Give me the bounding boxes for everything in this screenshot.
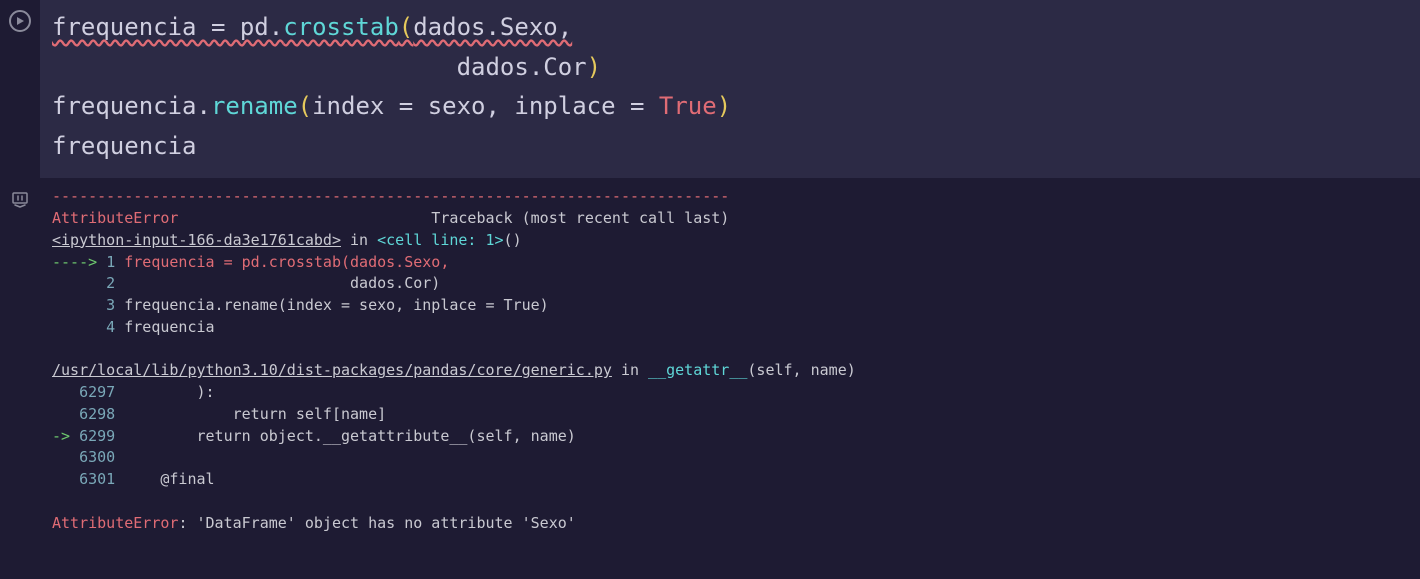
output-action-icon <box>11 190 29 208</box>
line-num: 6297 <box>52 383 115 401</box>
tb-line-6299: -> 6299 return object.__getattribute__(s… <box>52 426 1408 448</box>
code-line-4: frequencia <box>52 127 1408 167</box>
tb-line-6301: 6301 @final <box>52 469 1408 491</box>
traceback-header: AttributeError Traceback (most recent ca… <box>52 208 1408 230</box>
line-num: 1 <box>106 253 115 271</box>
arrow: -> <box>52 427 79 445</box>
tb-code: return object.__getattribute__(self, nam… <box>115 427 576 445</box>
tb-file-source: /usr/local/lib/python3.10/dist-packages/… <box>52 360 1408 382</box>
ipython-link[interactable]: <ipython-input-166-da3e1761cabd> <box>52 231 341 249</box>
in-word: in <box>341 231 377 249</box>
output-gutter <box>0 178 40 542</box>
tb-code: frequencia <box>115 318 214 336</box>
tb-line-6298: 6298 return self[name] <box>52 404 1408 426</box>
code-text: frequencia <box>52 132 197 160</box>
output-action-button[interactable] <box>9 188 31 210</box>
tb-line-6297: 6297 ): <box>52 382 1408 404</box>
code-text: dados.Sexo, <box>413 13 572 41</box>
error-divider: ----------------------------------------… <box>52 186 1408 208</box>
run-cell-button[interactable] <box>9 10 31 32</box>
paren-close: ) <box>587 53 601 81</box>
gutter <box>0 0 40 178</box>
code-text: index = sexo, inplace = <box>312 92 659 120</box>
error-message: AttributeError: 'DataFrame' object has n… <box>52 513 1408 535</box>
line-num: 2 <box>52 274 115 292</box>
code-line-3: frequencia.rename(index = sexo, inplace … <box>52 87 1408 127</box>
tb-line-4: 4 frequencia <box>52 317 1408 339</box>
code-text: dados.Cor <box>457 53 587 81</box>
in-word: in <box>612 361 648 379</box>
file-link[interactable]: /usr/local/lib/python3.10/dist-packages/… <box>52 361 612 379</box>
paren: () <box>504 231 522 249</box>
line-num: 6298 <box>52 405 115 423</box>
paren-open: ( <box>298 92 312 120</box>
code-text: crosstab <box>283 13 399 41</box>
arrow: ----> <box>52 253 106 271</box>
code-text: frequencia = pd. <box>52 13 283 41</box>
tb-code: return self[name] <box>115 405 386 423</box>
paren-close: ) <box>717 92 731 120</box>
blank-line <box>52 491 1408 513</box>
output-area[interactable]: ----------------------------------------… <box>40 178 1420 542</box>
traceback-source: <ipython-input-166-da3e1761cabd> in <cel… <box>52 230 1408 252</box>
tb-code: @final <box>115 470 214 488</box>
error-detail: : 'DataFrame' object has no attribute 'S… <box>178 514 575 532</box>
tb-code: dados.Cor) <box>115 274 440 292</box>
line-num: 6300 <box>52 448 115 466</box>
code-cell: frequencia = pd.crosstab(dados.Sexo, dad… <box>0 0 1420 178</box>
blank-line <box>52 339 1408 361</box>
tb-code: frequencia.rename(index = sexo, inplace … <box>115 296 548 314</box>
code-line-1: frequencia = pd.crosstab(dados.Sexo, <box>52 8 1408 48</box>
cell-line-ref: <cell line: 1> <box>377 231 503 249</box>
code-editor[interactable]: frequencia = pd.crosstab(dados.Sexo, dad… <box>40 0 1420 178</box>
code-text: rename <box>211 92 298 120</box>
code-pad <box>52 53 457 81</box>
code-keyword: True <box>659 92 717 120</box>
line-num: 3 <box>52 296 115 314</box>
tb-line-1: ----> 1 frequencia = pd.crosstab(dados.S… <box>52 252 1408 274</box>
tb-code: frequencia = pd.crosstab(dados.Sexo, <box>115 253 449 271</box>
tb-line-3: 3 frequencia.rename(index = sexo, inplac… <box>52 295 1408 317</box>
tb-line-2: 2 dados.Cor) <box>52 273 1408 295</box>
line-num: 6299 <box>79 427 115 445</box>
error-name: AttributeError <box>52 514 178 532</box>
paren-open: ( <box>399 13 413 41</box>
error-name: AttributeError <box>52 209 178 227</box>
code-line-2: dados.Cor) <box>52 48 1408 88</box>
func-sig: (self, name) <box>747 361 855 379</box>
play-icon <box>15 16 25 26</box>
traceback-label: Traceback (most recent call last) <box>178 209 729 227</box>
output-cell: ----------------------------------------… <box>0 178 1420 542</box>
func-name: __getattr__ <box>648 361 747 379</box>
line-num: 4 <box>52 318 115 336</box>
tb-code: ): <box>115 383 214 401</box>
line-num: 6301 <box>52 470 115 488</box>
tb-line-6300: 6300 <box>52 447 1408 469</box>
code-text: frequencia. <box>52 92 211 120</box>
